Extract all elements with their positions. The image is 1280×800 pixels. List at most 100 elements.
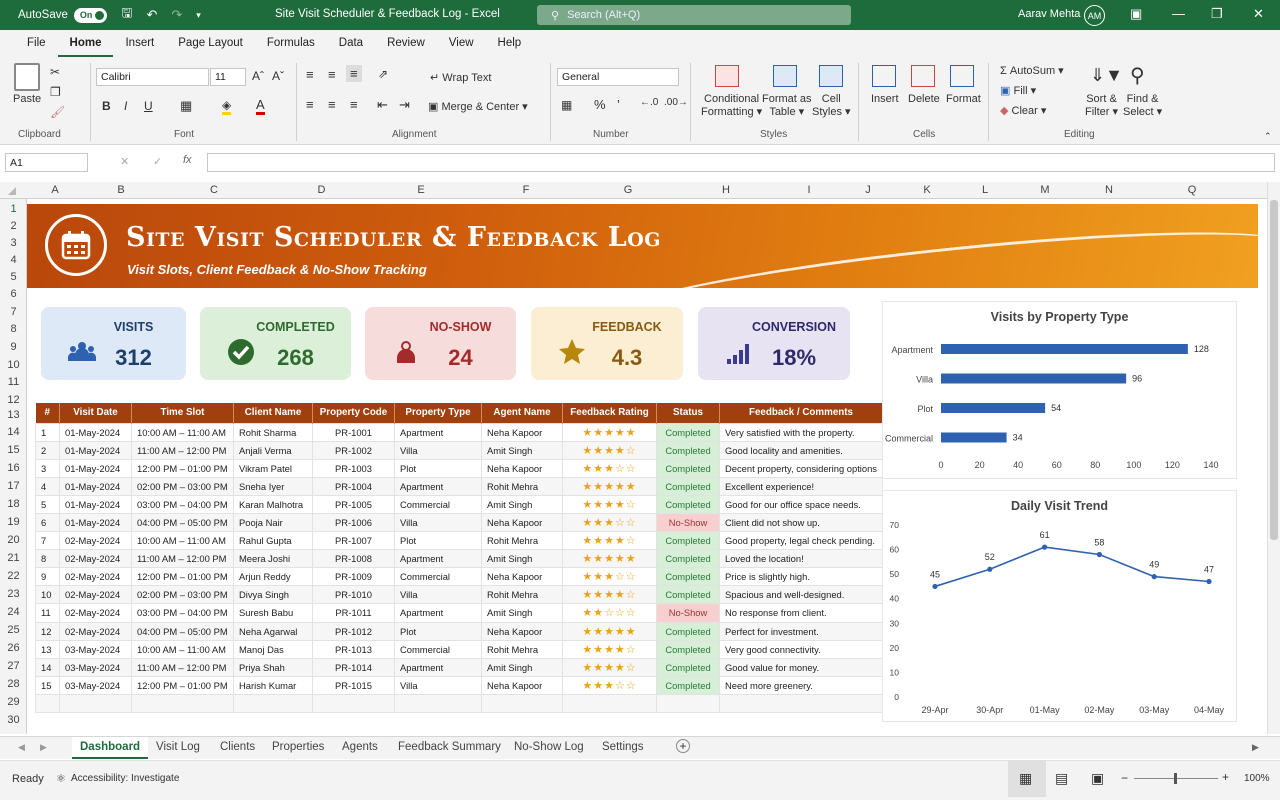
borders-icon[interactable]: ▦ (180, 98, 192, 114)
row-header[interactable]: 13 (0, 409, 27, 421)
table-cell[interactable]: Amit Singh (481, 657, 563, 677)
table-cell[interactable]: Commercial (394, 567, 482, 587)
table-cell[interactable]: 10:00 AM – 11:00 AM (131, 422, 234, 442)
data-point[interactable] (1096, 551, 1102, 558)
shrink-font-icon[interactable]: Aˇ (272, 69, 284, 83)
table-cell[interactable]: 02-May-2024 (59, 621, 132, 641)
table-row[interactable]: 13 03-May-2024 10:00 AM – 11:00 AM Manoj Da… (35, 639, 883, 659)
column-header[interactable]: E (374, 184, 468, 196)
row-header[interactable]: 18 (0, 498, 27, 510)
table-cell[interactable]: 03-May-2024 (59, 657, 132, 677)
table-cell[interactable]: PR-1006 (312, 512, 395, 533)
table-cell[interactable]: Good property, legal check pending. (719, 531, 883, 551)
table-cell[interactable]: Apartment (394, 476, 482, 496)
row-header[interactable]: 21 (0, 552, 27, 564)
status-badge[interactable]: Completed (656, 458, 720, 478)
row-header[interactable]: 11 (0, 376, 27, 388)
data-point[interactable] (1151, 574, 1157, 580)
table-cell[interactable]: Anjali Verma (233, 440, 313, 460)
status-badge[interactable]: Completed (656, 675, 720, 695)
table-row[interactable]: 9 02-May-2024 12:00 PM – 01:00 PM Arjun Red… (35, 567, 883, 587)
comma-icon[interactable]: ’ (617, 97, 620, 112)
column-header-cell[interactable]: Client Name (233, 403, 313, 423)
table-cell[interactable] (562, 693, 657, 714)
row-header[interactable]: 7 (0, 306, 27, 318)
tab-insert[interactable]: Insert (113, 30, 166, 57)
status-badge[interactable]: Completed (656, 621, 720, 641)
table-cell[interactable]: 10 (35, 585, 60, 605)
table-cell[interactable]: 8 (35, 549, 60, 569)
table-cell[interactable]: PR-1013 (312, 639, 395, 659)
customize-toolbar-icon[interactable]: ▾ (196, 10, 201, 21)
status-badge[interactable]: Completed (656, 585, 720, 605)
status-badge[interactable]: Completed (656, 440, 720, 460)
table-row[interactable]: 2 01-May-2024 11:00 AM – 12:00 PM Anjali Ve… (35, 440, 883, 460)
table-cell[interactable]: Plot (394, 458, 482, 478)
table-cell[interactable]: PR-1012 (312, 621, 395, 641)
table-cell[interactable]: Decent property, considering options (719, 458, 883, 478)
bar[interactable] (941, 403, 1046, 413)
fill-button[interactable]: ▣ Fill ▾ (1000, 84, 1036, 97)
table-cell[interactable]: Priya Shah (233, 657, 313, 677)
column-header[interactable]: F (468, 184, 584, 196)
grow-font-icon[interactable]: Aˆ (252, 69, 264, 83)
row-header[interactable]: 28 (0, 678, 27, 690)
table-cell[interactable]: 02-May-2024 (59, 531, 132, 551)
column-header-cell[interactable]: Visit Date (59, 403, 132, 423)
increase-indent-icon[interactable]: ⇥ (399, 97, 410, 113)
cut-icon[interactable]: ✂ (50, 65, 60, 79)
table-cell[interactable]: Rahul Gupta (233, 531, 313, 551)
number-format-select[interactable]: General (557, 68, 679, 86)
table-row[interactable]: 3 01-May-2024 12:00 PM – 01:00 PM Vikram Pa… (35, 458, 883, 478)
table-row[interactable]: 4 01-May-2024 02:00 PM – 03:00 PM Sneha Iye… (35, 476, 883, 496)
table-cell[interactable]: Vikram Patel (233, 458, 313, 478)
status-badge[interactable]: Completed (656, 567, 720, 587)
table-cell[interactable]: 03-May-2024 (59, 675, 132, 695)
paste-icon[interactable] (14, 63, 40, 91)
table-cell[interactable]: 04:00 PM – 05:00 PM (131, 512, 234, 533)
data-point[interactable] (1206, 578, 1212, 585)
table-cell[interactable]: 9 (35, 567, 60, 587)
table-cell[interactable]: Apartment (394, 603, 482, 623)
rating-cell[interactable]: ★★★☆☆ (562, 675, 657, 695)
bar[interactable] (941, 344, 1188, 354)
row-header[interactable]: 22 (0, 570, 27, 582)
table-cell[interactable]: 3 (35, 458, 60, 478)
table-cell[interactable]: 04:00 PM – 05:00 PM (131, 621, 234, 641)
table-cell[interactable]: Price is slightly high. (719, 567, 883, 587)
table-cell[interactable]: Excellent experience! (719, 476, 883, 496)
table-cell[interactable]: Loved the location! (719, 549, 883, 569)
column-header-cell[interactable]: Time Slot (131, 403, 234, 423)
row-header[interactable]: 1 (0, 203, 27, 215)
normal-view-icon[interactable]: ▦ (1019, 770, 1032, 787)
bar[interactable] (941, 373, 1127, 384)
sheet-tab[interactable]: Dashboard (72, 737, 149, 759)
sheet-tab[interactable]: Properties (264, 737, 332, 759)
table-row[interactable]: 11 02-May-2024 03:00 PM – 04:00 PM Suresh B… (35, 603, 883, 623)
table-cell[interactable] (59, 693, 132, 714)
autosum-button[interactable]: Σ AutoSum ▾ (1000, 64, 1064, 77)
worksheet[interactable]: Site Visit Scheduler & Feedback Log Visi… (27, 199, 1267, 734)
table-cell[interactable]: 01-May-2024 (59, 476, 132, 496)
table-cell[interactable]: PR-1008 (312, 549, 395, 569)
table-cell[interactable]: 5 (35, 494, 60, 514)
table-cell[interactable]: Suresh Babu (233, 603, 313, 623)
row-header[interactable]: 5 (0, 271, 27, 283)
column-header-cell[interactable]: Property Code (312, 403, 395, 423)
zoom-out-icon[interactable]: − (1121, 771, 1128, 785)
table-cell[interactable]: Spacious and well-designed. (719, 585, 883, 605)
table-cell[interactable]: 02:00 PM – 03:00 PM (131, 476, 234, 496)
tab-view[interactable]: View (437, 30, 486, 57)
row-header[interactable]: 15 (0, 444, 27, 456)
page-layout-view-icon[interactable]: ▤ (1055, 770, 1068, 787)
sheet-tab[interactable]: Agents (334, 737, 386, 759)
row-header[interactable]: 14 (0, 426, 27, 438)
table-cell[interactable] (394, 693, 482, 714)
insert-function-icon[interactable]: fx (183, 154, 192, 166)
column-header-cell[interactable]: Agent Name (481, 403, 563, 423)
tab-file[interactable]: File (15, 30, 58, 57)
table-cell[interactable]: Rohit Sharma (233, 422, 313, 442)
align-center-icon[interactable]: ≡ (328, 97, 336, 112)
redo-icon[interactable]: ↷ (171, 7, 182, 23)
data-point[interactable] (1042, 544, 1048, 550)
